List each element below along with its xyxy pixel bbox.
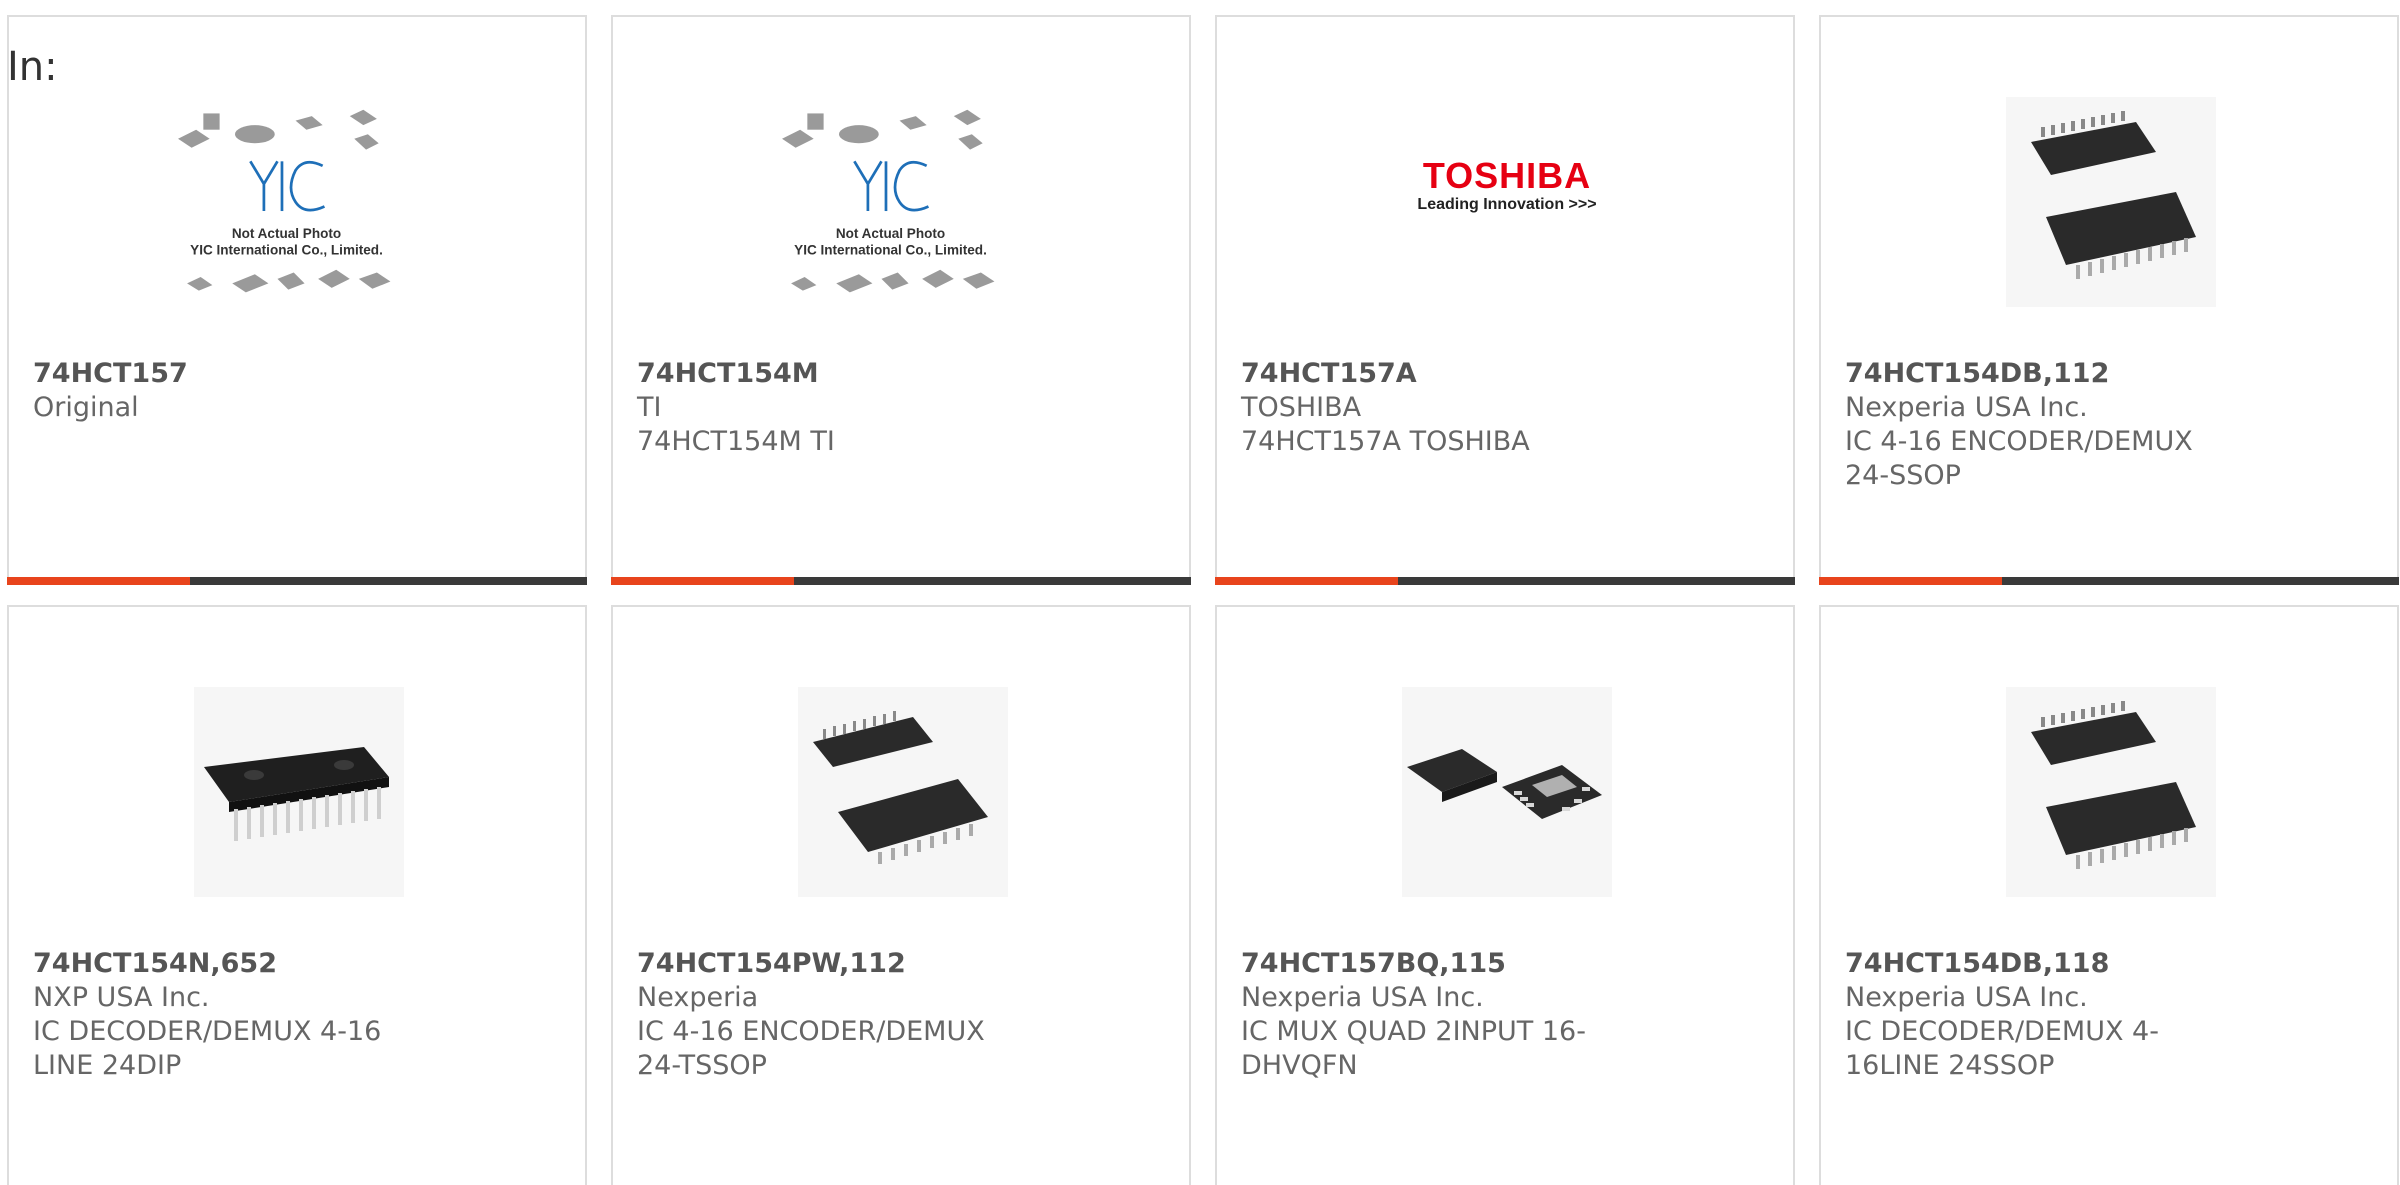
product-description: IC 4-16 ENCODER/DEMUX 24-SSOP [1845, 426, 2193, 491]
product-grid: Not Actual Photo YIC International Co., … [7, 15, 2400, 1185]
placeholder-note-line1: Not Actual Photo [836, 226, 945, 241]
card-progress-bar [1819, 577, 2399, 585]
product-info: 74HCT154PW,112 Nexperia IC 4-16 ENCODER/… [637, 947, 1167, 1083]
placeholder-note-line2: YIC International Co., Limited. [794, 242, 987, 257]
part-number[interactable]: 74HCT154N,652 [33, 947, 563, 981]
product-card[interactable]: 74HCT154DB,112 Nexperia USA Inc. IC 4-16… [1819, 15, 2399, 585]
manufacturer: Original [33, 392, 139, 423]
part-number[interactable]: 74HCT157A [1241, 357, 1771, 391]
part-number[interactable]: 74HCT154DB,112 [1845, 357, 2375, 391]
product-card[interactable]: 74HCT157BQ,115 Nexperia USA Inc. IC MUX … [1215, 605, 1795, 1185]
product-description: 74HCT154M TI [637, 426, 835, 457]
card-progress-bar [1215, 577, 1795, 585]
product-info: 74HCT157BQ,115 Nexperia USA Inc. IC MUX … [1241, 947, 1771, 1083]
product-card[interactable]: 74HCT154PW,112 Nexperia IC 4-16 ENCODER/… [611, 605, 1191, 1185]
toshiba-logo[interactable]: TOSHIBA Leading Innovation >>> [1402, 157, 1612, 215]
product-info: 74HCT157A TOSHIBA 74HCT157A TOSHIBA [1241, 357, 1771, 459]
part-number[interactable]: 74HCT154DB,118 [1845, 947, 2375, 981]
product-image-placeholder[interactable]: Not Actual Photo YIC International Co., … [178, 97, 404, 307]
product-description: 74HCT157A TOSHIBA [1241, 426, 1530, 457]
product-info: 74HCT154DB,112 Nexperia USA Inc. IC 4-16… [1845, 357, 2375, 493]
part-number[interactable]: 74HCT157BQ,115 [1241, 947, 1771, 981]
toshiba-logo-tagline: Leading Innovation >>> [1417, 196, 1597, 213]
product-card[interactable]: 74HCT154DB,118 Nexperia USA Inc. IC DECO… [1819, 605, 2399, 1185]
toshiba-logo-word: TOSHIBA [1422, 155, 1592, 196]
product-card[interactable]: 74HCT154N,652 NXP USA Inc. IC DECODER/DE… [7, 605, 587, 1185]
product-card[interactable]: Not Actual Photo YIC International Co., … [611, 15, 1191, 585]
product-card[interactable]: Not Actual Photo YIC International Co., … [7, 15, 587, 585]
product-image-placeholder[interactable]: Not Actual Photo YIC International Co., … [782, 97, 1008, 307]
product-info: 74HCT154M TI 74HCT154M TI [637, 357, 1167, 459]
placeholder-note-line2: YIC International Co., Limited. [190, 242, 383, 257]
part-number[interactable]: 74HCT157 [33, 357, 563, 391]
manufacturer: Nexperia [637, 982, 759, 1013]
placeholder-note-line1: Not Actual Photo [232, 226, 341, 241]
product-image-ssop[interactable] [2006, 687, 2216, 897]
product-image-tssop[interactable] [798, 687, 1008, 897]
product-description: IC DECODER/DEMUX 4-16 LINE 24DIP [33, 1016, 382, 1081]
product-description: IC MUX QUAD 2INPUT 16-DHVQFN [1241, 1016, 1586, 1081]
manufacturer: TI [637, 392, 662, 423]
product-info: 74HCT154DB,118 Nexperia USA Inc. IC DECO… [1845, 947, 2375, 1083]
manufacturer: TOSHIBA [1241, 392, 1362, 423]
card-progress-bar [7, 577, 587, 585]
part-number[interactable]: 74HCT154M [637, 357, 1167, 391]
product-image-dip[interactable] [194, 687, 404, 897]
product-info: 74HCT154N,652 NXP USA Inc. IC DECODER/DE… [33, 947, 563, 1083]
filter-label: In: [7, 44, 58, 90]
manufacturer: Nexperia USA Inc. [1845, 982, 2088, 1013]
product-image-ssop[interactable] [2006, 97, 2216, 307]
product-card[interactable]: TOSHIBA Leading Innovation >>> 74HCT157A… [1215, 15, 1795, 585]
product-image-qfn[interactable] [1402, 687, 1612, 897]
manufacturer: NXP USA Inc. [33, 982, 210, 1013]
manufacturer: Nexperia USA Inc. [1845, 392, 2088, 423]
product-description: IC 4-16 ENCODER/DEMUX 24-TSSOP [637, 1016, 985, 1081]
part-number[interactable]: 74HCT154PW,112 [637, 947, 1167, 981]
card-progress-bar [611, 577, 1191, 585]
product-description: IC DECODER/DEMUX 4-16LINE 24SSOP [1845, 1016, 2159, 1081]
manufacturer: Nexperia USA Inc. [1241, 982, 1484, 1013]
product-info: 74HCT157 Original [33, 357, 563, 425]
